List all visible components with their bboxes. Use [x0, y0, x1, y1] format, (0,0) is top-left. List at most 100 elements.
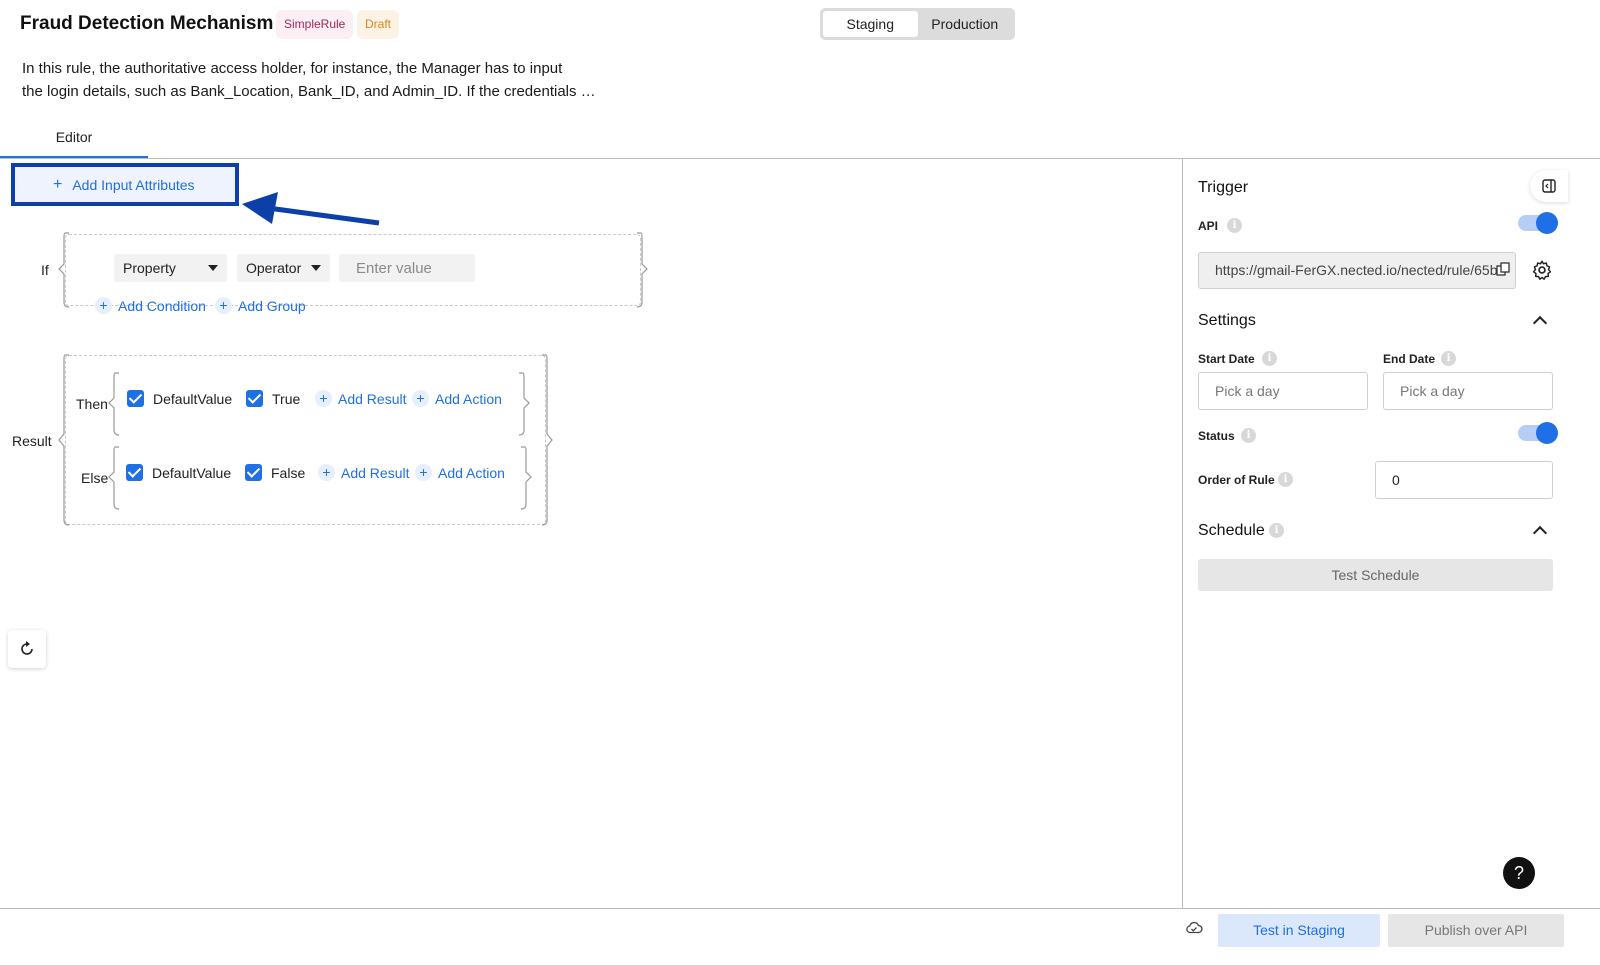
add-input-attributes-label: Add Input Attributes	[72, 176, 195, 193]
plus-icon: +	[415, 464, 432, 481]
end-date-label: End Date	[1383, 352, 1436, 366]
then-value-label: True	[272, 390, 301, 407]
add-group-label: Add Group	[238, 297, 306, 314]
else-add-action-button[interactable]: + Add Action	[415, 464, 505, 481]
status-badge: Draft	[357, 10, 400, 39]
description-line-2: the login details, such as Bank_Location…	[22, 83, 596, 100]
panel-divider	[1182, 159, 1183, 909]
property-dropdown-label: Property	[123, 260, 176, 276]
plus-icon: +	[95, 297, 112, 314]
if-close-brace-icon	[636, 232, 648, 308]
schedule-chevron-up-icon[interactable]	[1532, 525, 1548, 541]
end-date-field[interactable]: Pick a day	[1383, 372, 1553, 410]
result-open-brace-icon	[58, 354, 70, 526]
add-condition-label: Add Condition	[118, 297, 206, 314]
api-toggle[interactable]	[1518, 212, 1558, 234]
else-close-brace-icon	[520, 446, 532, 510]
gear-icon[interactable]	[1531, 259, 1553, 281]
status-toggle[interactable]	[1518, 422, 1558, 444]
plus-icon: +	[318, 464, 335, 481]
result-label: Result	[12, 433, 52, 449]
test-in-staging-button[interactable]: Test in Staging	[1218, 914, 1380, 947]
condition-value-input[interactable]	[339, 254, 475, 282]
footer-divider	[0, 908, 1600, 909]
add-condition-button[interactable]: + Add Condition	[95, 297, 206, 314]
property-dropdown[interactable]: Property	[114, 254, 227, 282]
tab-editor[interactable]: Editor	[0, 122, 148, 159]
copy-icon[interactable]	[1496, 262, 1510, 276]
production-toggle[interactable]: Production	[918, 11, 1013, 37]
plus-icon: +	[412, 390, 429, 407]
api-label: API	[1198, 219, 1219, 233]
toggle-knob	[1536, 212, 1558, 234]
else-defaultvalue-label: DefaultValue	[152, 464, 232, 481]
then-add-result-button[interactable]: + Add Result	[315, 390, 406, 407]
else-add-result-label: Add Result	[341, 464, 410, 481]
checkbox-checked-icon	[127, 390, 144, 407]
cloud-icon	[1186, 921, 1203, 934]
test-schedule-button[interactable]: Test Schedule	[1198, 559, 1553, 591]
add-group-button[interactable]: + Add Group	[215, 297, 306, 314]
then-defaultvalue-checkbox[interactable]: DefaultValue	[127, 390, 232, 407]
start-date-field[interactable]: Pick a day	[1198, 372, 1368, 410]
api-url-field[interactable]: https://gmail-FerGX.nected.io/nected/rul…	[1198, 252, 1516, 289]
status-label: Status	[1198, 429, 1235, 443]
then-close-brace-icon	[518, 372, 530, 436]
order-of-rule-input[interactable]: 0	[1375, 461, 1553, 499]
panel-collapse-icon	[1542, 179, 1556, 193]
checkbox-checked-icon	[126, 464, 143, 481]
add-input-attributes-button[interactable]: + Add Input Attributes	[11, 163, 239, 206]
info-icon: i	[1227, 218, 1242, 233]
else-open-brace-icon	[108, 446, 120, 510]
info-icon: i	[1241, 428, 1256, 443]
rule-type-badge: SimpleRule	[276, 10, 354, 39]
trigger-title: Trigger	[1198, 179, 1249, 196]
order-of-rule-label: Order of Rule	[1198, 473, 1275, 487]
tab-divider	[0, 158, 1600, 159]
then-open-brace-icon	[108, 372, 120, 436]
staging-toggle[interactable]: Staging	[823, 11, 918, 37]
annotation-arrow-icon	[242, 192, 380, 226]
publish-over-api-button[interactable]: Publish over API	[1388, 914, 1564, 947]
caret-down-icon	[311, 265, 321, 271]
info-icon: i	[1441, 351, 1456, 366]
environment-switch: Staging Production	[820, 8, 1015, 40]
then-defaultvalue-label: DefaultValue	[153, 390, 233, 407]
then-value-checkbox[interactable]: True	[246, 390, 300, 407]
info-icon: i	[1269, 523, 1284, 538]
description-line-1: In this rule, the authoritative access h…	[22, 60, 563, 77]
result-close-brace-icon	[541, 354, 553, 526]
plus-icon: +	[215, 297, 232, 314]
operator-dropdown[interactable]: Operator	[237, 254, 330, 282]
info-icon: i	[1262, 351, 1277, 366]
settings-chevron-up-icon[interactable]	[1532, 315, 1548, 331]
toggle-knob	[1536, 422, 1558, 444]
then-add-action-label: Add Action	[435, 390, 502, 407]
info-icon: i	[1278, 472, 1293, 487]
plus-icon: +	[53, 175, 63, 193]
schedule-title: Schedule	[1198, 522, 1265, 539]
if-open-brace-icon	[58, 232, 70, 308]
else-value-checkbox[interactable]: False	[245, 464, 305, 481]
else-add-action-label: Add Action	[438, 464, 505, 481]
refresh-icon	[21, 641, 33, 655]
operator-dropdown-label: Operator	[246, 260, 302, 276]
settings-title: Settings	[1198, 312, 1256, 329]
else-value-label: False	[271, 464, 306, 481]
if-label: If	[41, 262, 49, 278]
plus-icon: +	[315, 390, 332, 407]
help-button[interactable]: ?	[1503, 857, 1535, 889]
then-label: Then	[76, 396, 108, 412]
rule-title: Fraud Detection Mechanism	[20, 13, 274, 34]
else-add-result-button[interactable]: + Add Result	[318, 464, 409, 481]
caret-down-icon	[208, 265, 218, 271]
else-defaultvalue-checkbox[interactable]: DefaultValue	[126, 464, 231, 481]
result-group	[65, 355, 546, 525]
refresh-button[interactable]	[8, 630, 46, 668]
then-add-result-label: Add Result	[338, 390, 407, 407]
rule-description: In this rule, the authoritative access h…	[22, 57, 602, 103]
start-date-label: Start Date	[1198, 352, 1255, 366]
else-label: Else	[81, 470, 109, 486]
then-add-action-button[interactable]: + Add Action	[412, 390, 502, 407]
collapse-panel-button[interactable]	[1530, 170, 1568, 202]
